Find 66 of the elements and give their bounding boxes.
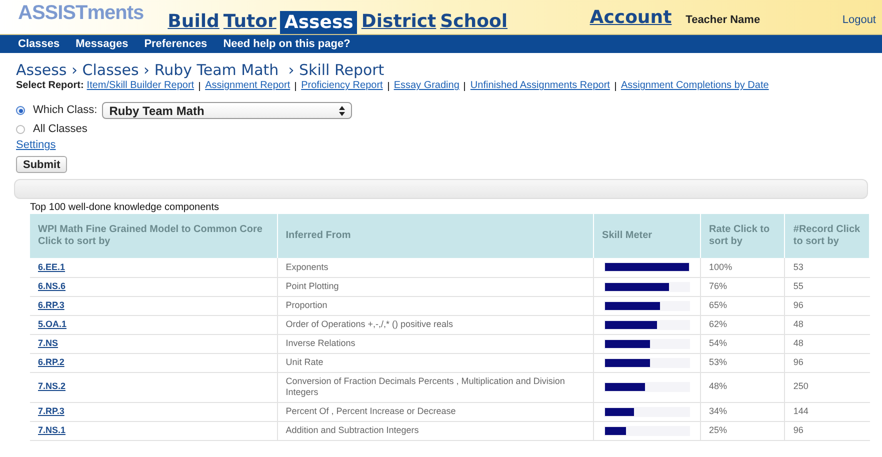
table-caption: Top 100 well-done knowledge components — [30, 201, 220, 214]
table-cell: Proportion — [277, 296, 594, 315]
table-cell: 76% — [700, 277, 785, 296]
radio-label: Which Class: — [33, 103, 98, 118]
table-cell: 100% — [700, 258, 785, 277]
skill-code-link[interactable]: 7.NS.1 — [38, 424, 66, 435]
table-cell: 34% — [700, 402, 785, 421]
stepper-icon — [339, 106, 346, 116]
radio-button[interactable] — [16, 125, 25, 134]
logo: ASSISTments — [18, 1, 144, 26]
report-link[interactable]: Assignment Completions by Date — [620, 79, 769, 93]
breadcrumb: Assess › Classes › Ruby Team Math › Skill Report — [16, 61, 386, 79]
skill-code-link[interactable]: 7.RP.3 — [38, 406, 64, 416]
account-link[interactable]: Account — [590, 4, 672, 31]
report-link[interactable]: Unfinished Assignments Report — [470, 79, 610, 93]
nav-tab[interactable]: Assess — [280, 11, 358, 34]
nav-link[interactable]: Need help on this page? — [223, 36, 350, 52]
table-cell: Exponents — [277, 258, 594, 277]
nav-tab[interactable]: Build — [168, 11, 220, 33]
settings-link[interactable]: Settings — [16, 139, 882, 152]
table-cell: 25% — [700, 421, 785, 440]
table-cell: 250 — [784, 372, 870, 402]
table-cell: Point Plotting — [277, 277, 594, 296]
table-cell: Order of Operations +,-,/,* () positive reals — [277, 315, 594, 334]
table-cell: 62% — [700, 315, 785, 334]
table-cell: 96 — [784, 353, 870, 372]
table-cell: 53% — [700, 353, 785, 372]
table-cell: 48 — [784, 315, 870, 334]
skill-code-link[interactable]: 6.RP.2 — [38, 356, 64, 367]
table-cell: 65% — [700, 296, 785, 315]
submit-button[interactable]: Submit — [16, 156, 68, 173]
radio-button[interactable] — [16, 106, 25, 115]
skill-code-link[interactable]: 6.RP.3 — [38, 300, 64, 310]
table-cell: 96 — [784, 296, 870, 315]
nav-link[interactable]: Preferences — [144, 36, 208, 52]
table-cell: Addition and Subtraction Integers — [277, 421, 594, 440]
report-link[interactable]: Proficiency Report — [301, 79, 383, 93]
nav-tab[interactable]: Tutor — [223, 11, 276, 33]
report-link[interactable]: Item/Skill Builder Report — [86, 79, 194, 93]
report-label: Select Report: — [16, 79, 84, 93]
table-cell: 54% — [700, 334, 785, 353]
table-cell: 144 — [784, 402, 870, 421]
class-dropdown[interactable]: Ruby Team Math — [102, 102, 352, 119]
skill-code-link[interactable]: 7.NS — [38, 338, 58, 348]
logout-link[interactable]: Logout — [842, 12, 876, 28]
radio-label: All Classes — [33, 122, 88, 138]
table-cell: 55 — [784, 277, 870, 296]
table-cell: Percent Of , Percent Increase or Decrease — [277, 402, 594, 421]
table-cell: Inverse Relations — [277, 334, 594, 353]
skill-code-link[interactable]: 6.NS.6 — [38, 280, 66, 291]
report-link[interactable]: Assignment Report — [205, 79, 290, 93]
skill-code-link[interactable]: 7.NS.2 — [38, 381, 66, 392]
table-cell: 48% — [700, 372, 785, 402]
nav-tab[interactable]: District — [361, 11, 436, 33]
nav-link[interactable]: Classes — [18, 36, 60, 52]
skill-code-link[interactable]: 6.EE.1 — [38, 262, 66, 272]
report-link[interactable]: Essay Grading — [394, 79, 460, 93]
table-cell: 48 — [784, 334, 870, 353]
table-cell: Conversion of Fraction Decimals Percents , Multiplication and Division Integers — [277, 372, 594, 402]
skill-code-link[interactable]: 5.OA.1 — [38, 318, 67, 329]
user-name: Teacher Name — [686, 12, 760, 28]
nav-link[interactable]: Messages — [76, 36, 128, 52]
table-cell: Unit Rate — [277, 353, 594, 372]
table-cell: 96 — [784, 421, 870, 440]
nav-tab[interactable]: School — [440, 11, 508, 33]
table-cell: 53 — [784, 258, 870, 277]
